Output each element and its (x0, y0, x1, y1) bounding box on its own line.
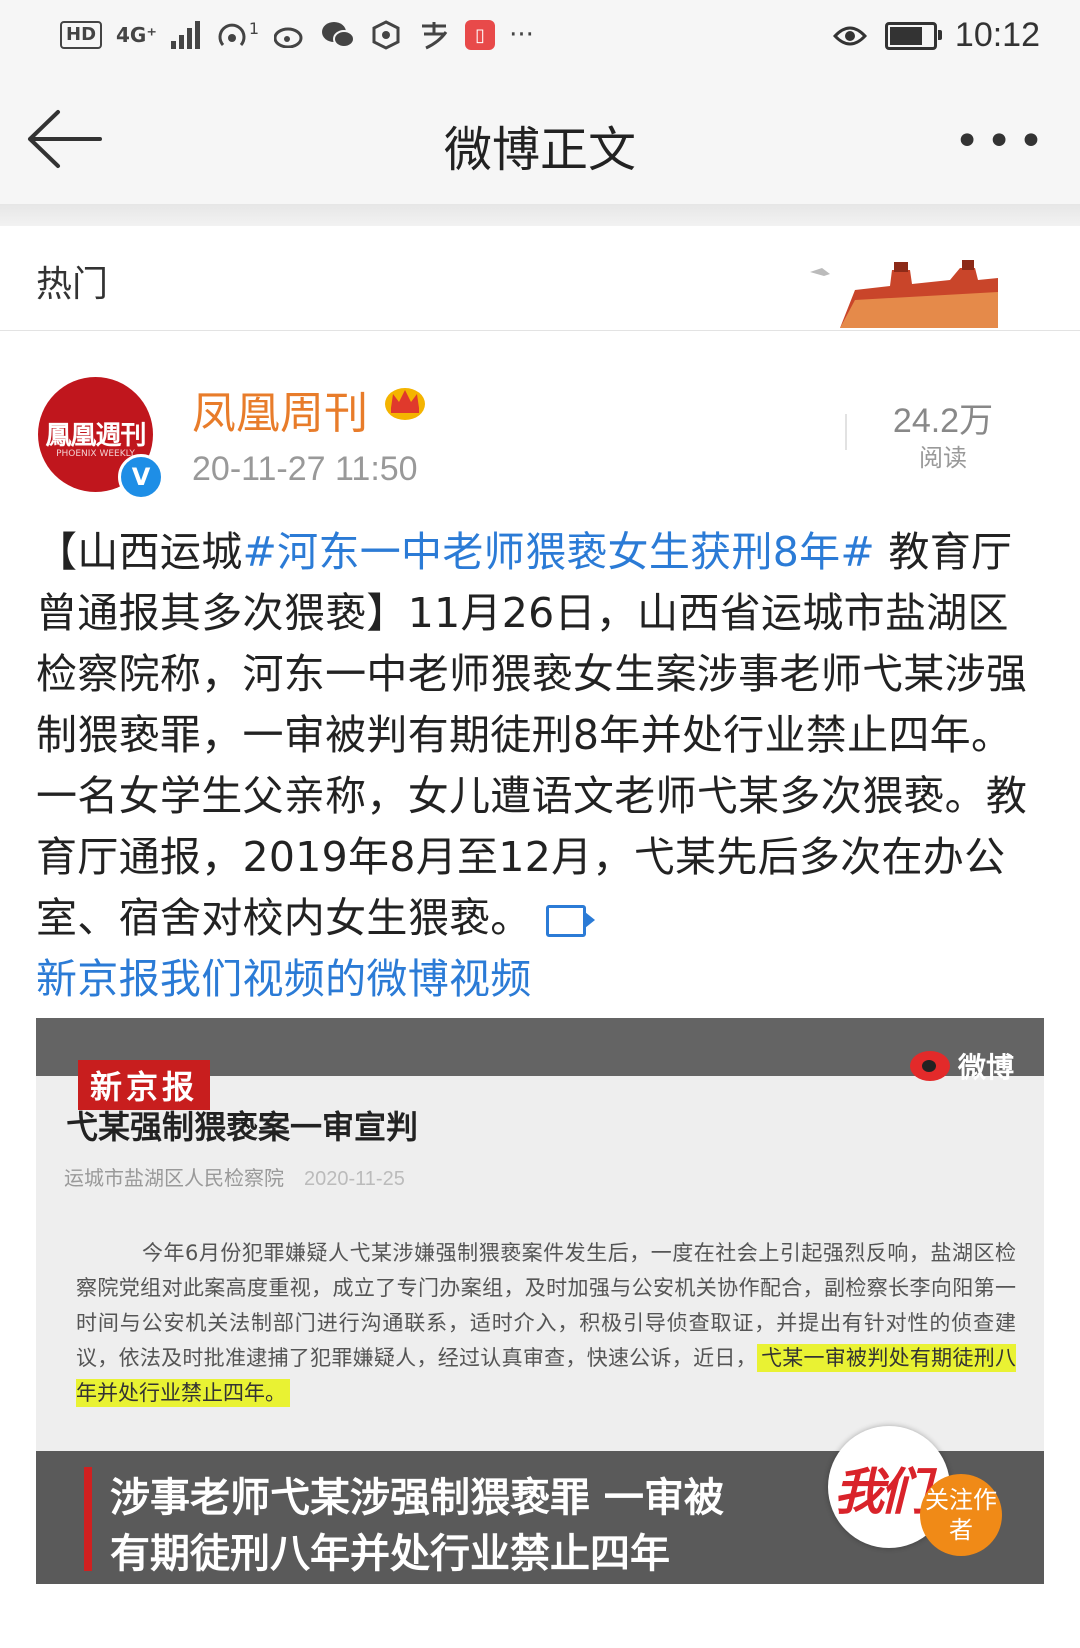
read-count-number: 24.2万 (892, 402, 994, 440)
network-type: 4G⁺ (116, 23, 157, 47)
header-divider (845, 414, 847, 450)
read-count: 24.2万 阅读 (868, 393, 1018, 473)
eye-comfort-icon (832, 26, 867, 45)
hd-indicator: HD (60, 21, 103, 49)
weibo-watermark: 微博 (909, 1046, 1014, 1086)
weibo-icon (273, 18, 307, 52)
page-title: 微博正文 (443, 122, 636, 178)
status-icons-left: HD 4G⁺ 1 ▯ ··· (60, 18, 534, 52)
video-player[interactable]: 新京报 微博 弋某强制猥亵案一审宣判 运城市盐湖区人民检察院 2020-11-25… (36, 1018, 1044, 1584)
alipay-icon (417, 18, 451, 52)
weibo-logo-icon (909, 1051, 950, 1081)
video-headline: 弋某强制猥亵案一审宣判 (66, 1108, 419, 1146)
video-camera-icon (545, 905, 595, 937)
status-icons-right: 10:12 (832, 16, 1040, 55)
reader-app-icon: ▯ (465, 20, 496, 50)
more-options-button[interactable]: ••• (954, 116, 1050, 167)
hot-label: 热门 (36, 264, 109, 305)
video-paragraph: 今年6月份犯罪嫌疑人弋某涉嫌强制猥亵案件发生后，一度在社会上引起强烈反响，盐湖区… (76, 1236, 1017, 1411)
more-notifications: ··· (509, 20, 534, 50)
hotspot-count: 1 (248, 18, 260, 38)
follow-author-button[interactable]: 关注作者 (920, 1474, 1002, 1556)
badge-text: 我们 (834, 1463, 930, 1521)
video-source: 运城市盐湖区人民检察院 (64, 1166, 284, 1190)
caption-line-1: 涉事老师弋某涉强制猥亵罪 一审被 (110, 1475, 724, 1521)
avatar-logo-text: 鳳凰週刊 (45, 421, 146, 451)
video-date: 2020-11-25 (304, 1168, 405, 1190)
author-name[interactable]: 凤凰周刊 (192, 377, 368, 441)
post-text-prefix: 【山西运城 (36, 528, 243, 576)
hashtag-link[interactable]: #河东一中老师猥亵女生获刑8年# (243, 528, 876, 576)
wechat-icon (321, 18, 356, 52)
crown-icon (385, 388, 425, 420)
post-time: 20-11-27 11:50 (192, 450, 418, 488)
caption-accent-bar (84, 1467, 92, 1571)
nav-divider (0, 204, 1080, 226)
hotspot-icon (215, 18, 249, 52)
signal-icon (170, 21, 200, 49)
weibo-watermark-text: 微博 (957, 1051, 1014, 1084)
read-count-label: 阅读 (919, 444, 967, 472)
battery-icon (884, 21, 942, 50)
clock: 10:12 (954, 16, 1040, 54)
verified-badge-icon: V (118, 454, 164, 500)
shield-icon (369, 18, 403, 52)
caption-line-2: 有期徒刑八年并处行业禁止四年 (110, 1531, 670, 1577)
great-wall-illustration (810, 260, 998, 328)
video-source-line: 运城市盐湖区人民检察院 2020-11-25 (64, 1162, 405, 1191)
post-content: 【山西运城#河东一中老师猥亵女生获刑8年# 教育厅曾通报其多次猥亵】11月26日… (36, 522, 1046, 1010)
post-text-body: 教育厅曾通报其多次猥亵】11月26日，山西省运城市盐湖区检察院称，河东一中老师猥… (36, 528, 1028, 942)
video-source-link[interactable]: 新京报我们视频的微博视频 (36, 955, 532, 1003)
